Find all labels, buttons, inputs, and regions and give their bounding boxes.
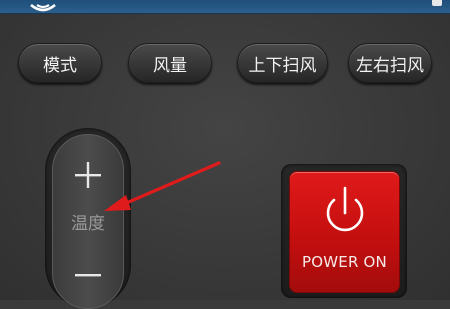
swing-vertical-button[interactable]: 上下扫风 xyxy=(237,43,328,83)
mode-button[interactable]: 模式 xyxy=(18,43,102,83)
header-bar xyxy=(0,0,450,14)
power-icon xyxy=(326,186,364,232)
temperature-increase-button[interactable] xyxy=(71,158,105,192)
header-corner-mark xyxy=(432,0,442,6)
fan-speed-button[interactable]: 风量 xyxy=(128,43,212,83)
plus-icon xyxy=(75,162,101,188)
swing-horizontal-button[interactable]: 左右扫风 xyxy=(348,43,432,83)
temperature-label: 温度 xyxy=(71,214,105,234)
minus-icon xyxy=(75,274,101,277)
power-label: POWER ON xyxy=(302,253,387,271)
temperature-decrease-button[interactable] xyxy=(71,258,105,292)
